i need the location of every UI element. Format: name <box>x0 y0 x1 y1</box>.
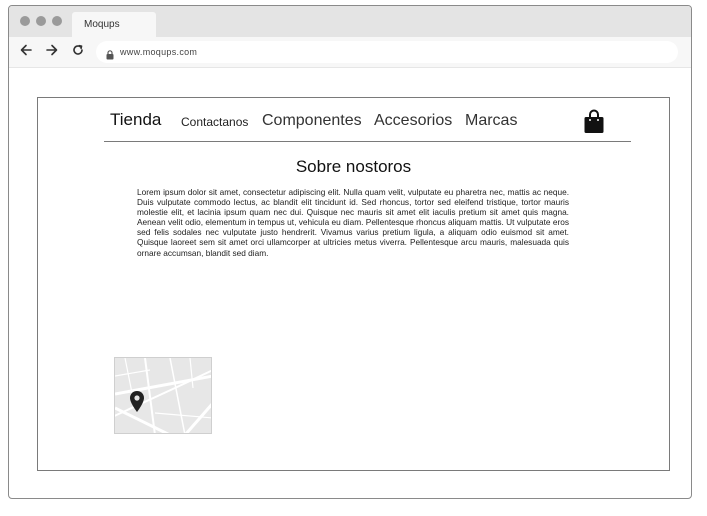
lock-icon <box>106 47 114 60</box>
shopping-bag-icon[interactable] <box>583 109 605 134</box>
header-divider <box>104 141 631 142</box>
window-minimize-dot[interactable] <box>36 16 46 26</box>
arrow-right-icon[interactable] <box>43 43 61 61</box>
browser-tab[interactable]: Moqups <box>72 12 156 37</box>
arrow-left-icon[interactable] <box>17 43 35 61</box>
nav-link-accesorios[interactable]: Accesorios <box>374 112 452 130</box>
about-paragraph: Lorem ipsum dolor sit amet, consectetur … <box>137 187 569 258</box>
location-map[interactable] <box>114 357 212 434</box>
page-frame: Tienda Contactanos Componentes Accesorio… <box>37 97 670 471</box>
browser-toolbar: www.moqups.com <box>9 37 691 68</box>
window-close-dot[interactable] <box>20 16 30 26</box>
page-title: Sobre nostoros <box>295 157 412 176</box>
browser-window: Moqups www.moqups.com Tienda Contactanos… <box>8 5 692 499</box>
nav-link-componentes[interactable]: Componentes <box>262 112 362 130</box>
url-text: www.moqups.com <box>120 47 198 57</box>
title-bar: Moqups <box>9 6 691 37</box>
map-pin-icon <box>129 390 145 419</box>
window-maximize-dot[interactable] <box>52 16 62 26</box>
brand-logo[interactable]: Tienda <box>110 110 161 130</box>
reload-icon[interactable] <box>69 43 87 61</box>
address-bar[interactable]: www.moqups.com <box>96 41 678 63</box>
nav-link-marcas[interactable]: Marcas <box>465 112 517 130</box>
nav-link-contactanos[interactable]: Contactanos <box>181 115 248 129</box>
